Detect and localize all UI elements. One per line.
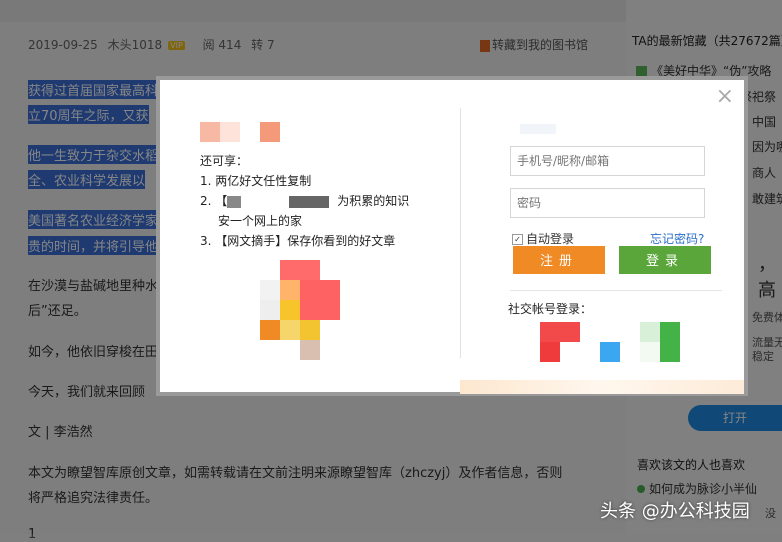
password-input[interactable] <box>510 188 705 218</box>
promo-strip <box>460 380 744 394</box>
perk-item: 3. 【网文摘手】保存你看到的好文章 <box>200 234 396 248</box>
checkbox-checked-icon: ✓ <box>512 234 523 245</box>
perk-item: 1. 两亿好文任性复制 <box>200 174 312 188</box>
social-separator <box>510 290 722 291</box>
social-login-title: 社交帐号登录： <box>508 302 593 316</box>
close-icon[interactable]: × <box>716 86 734 108</box>
auto-login-checkbox[interactable]: ✓ 自动登录 <box>512 230 574 247</box>
form-logo <box>520 124 556 134</box>
perk-item: 安一个网上的家 <box>218 214 303 228</box>
modal-divider <box>460 108 461 358</box>
watermark: 头条 @办公科技园 <box>600 501 750 522</box>
login-modal: × 还可享： 1. 两亿好文任性复制 2. 【为积累的知识 安一个网上的家 3.… <box>156 76 748 396</box>
redacted-block <box>227 195 242 208</box>
login-button[interactable]: 登录 <box>619 246 711 274</box>
auto-login-label: 自动登录 <box>526 232 575 246</box>
register-button[interactable]: 注册 <box>513 246 605 274</box>
redacted-block <box>289 195 330 208</box>
perk-item: 2. 【为积累的知识 <box>200 194 410 208</box>
perks-title: 还可享： <box>200 154 249 168</box>
username-input[interactable] <box>510 146 705 176</box>
forgot-password-link[interactable]: 忘记密码? <box>650 230 704 247</box>
